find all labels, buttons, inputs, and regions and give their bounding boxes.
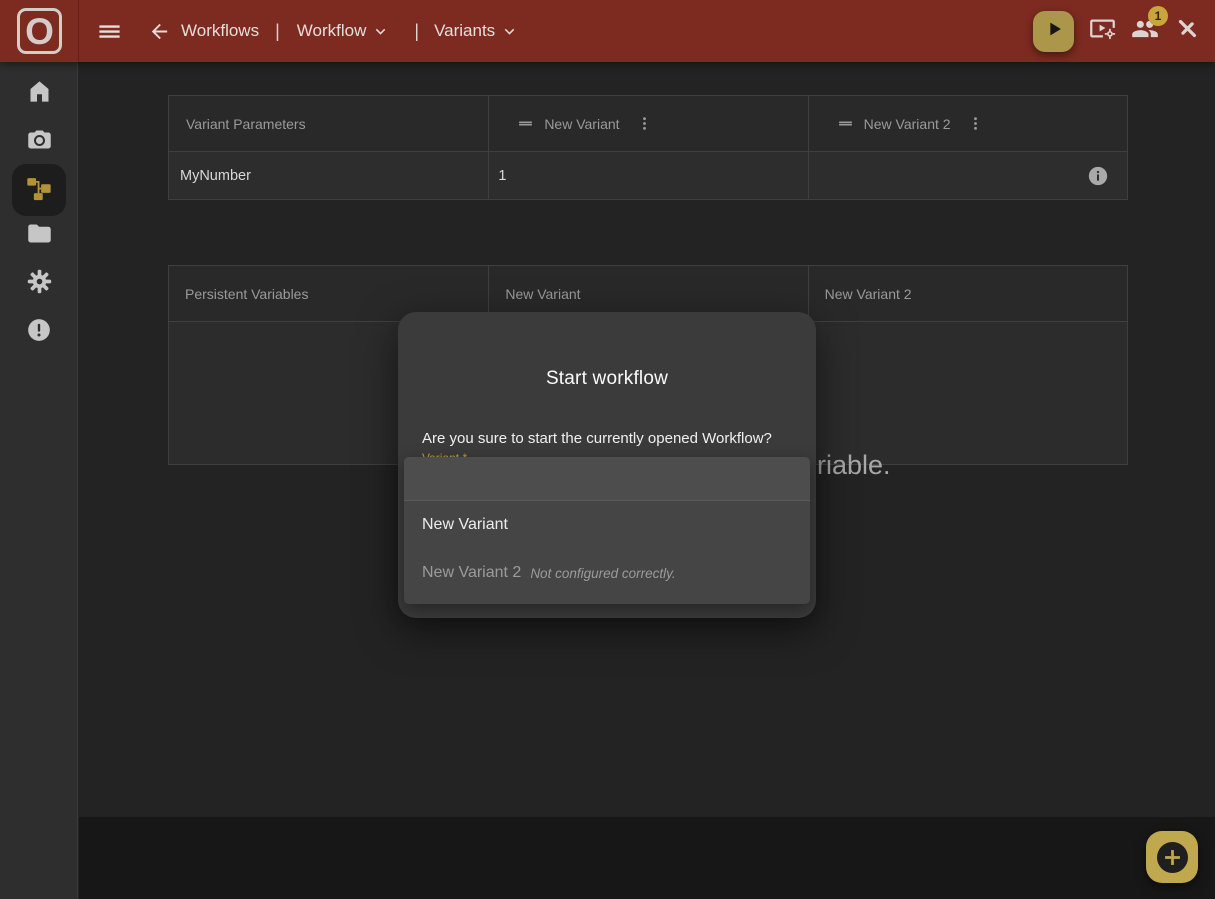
table-title: Variant Parameters [186, 116, 306, 132]
breadcrumb: Workflows | Workflow | Variants [96, 0, 519, 62]
bottom-panel [79, 817, 1215, 899]
breadcrumb-workflows[interactable]: Workflows [181, 21, 259, 41]
option-note: Not configured correctly. [530, 566, 675, 581]
menu-button[interactable] [96, 18, 123, 45]
option-new-variant[interactable]: New Variant [404, 501, 810, 549]
drag-handle-icon[interactable] [517, 115, 534, 132]
menu-icon [96, 18, 123, 45]
column-header-label: New Variant 2 [825, 286, 912, 302]
dialog-title: Start workflow [398, 368, 816, 390]
back-button[interactable] [148, 20, 171, 43]
crossed-tools-icon [1174, 15, 1201, 47]
sidebar-item-files[interactable] [12, 212, 66, 260]
parameter-value: 1 [498, 168, 506, 184]
folder-icon [26, 220, 53, 252]
clipped-message-fragment: riable. [817, 450, 891, 481]
option-label: New Variant [422, 516, 508, 534]
home-icon [26, 78, 53, 110]
video-settings-button[interactable] [1089, 15, 1116, 47]
column-header-new-variant: New Variant [488, 96, 807, 151]
app-screen: O Workflows | Workflow | Variants [0, 0, 1215, 899]
users-button[interactable]: 1 [1131, 15, 1159, 48]
variant-parameters-header-row: Variant Parameters New Variant New Varia… [169, 96, 1127, 151]
breadcrumb-separator: | [275, 21, 280, 42]
video-settings-icon [1089, 15, 1116, 47]
parameter-value-cell-new-variant-2[interactable] [808, 152, 1127, 199]
table-title-cell: Variant Parameters [169, 96, 488, 151]
option-label: New Variant 2 [422, 564, 521, 582]
drag-handle-icon[interactable] [837, 115, 854, 132]
option-new-variant-2: New Variant 2 Not configured correctly. [404, 549, 810, 597]
tools-button[interactable] [1174, 15, 1201, 47]
error-icon [26, 317, 52, 348]
start-workflow-button[interactable] [1033, 11, 1074, 52]
parameter-name: MyNumber [180, 168, 251, 184]
variant-select-value-area[interactable] [404, 457, 810, 501]
notification-badge: 1 [1148, 6, 1168, 26]
camera-icon [26, 126, 53, 158]
sidebar-item-errors[interactable] [12, 308, 66, 356]
variant-parameters-table: Variant Parameters New Variant New Varia… [168, 95, 1128, 200]
dialog-question: Are you sure to start the currently open… [422, 430, 798, 447]
column-header-label: New Variant 2 [864, 116, 951, 132]
sidebar-item-workflows[interactable] [12, 164, 66, 216]
workflow-tree-icon [25, 174, 53, 207]
sidebar [0, 62, 78, 899]
topbar-logo-divider [78, 0, 79, 62]
chevron-down-icon-2[interactable] [500, 22, 519, 41]
app-logo-letter: O [25, 13, 54, 50]
add-button[interactable] [1146, 831, 1198, 883]
sidebar-item-settings[interactable] [12, 260, 66, 308]
kebab-menu-icon[interactable] [967, 115, 984, 132]
start-workflow-dialog: Start workflow Are you sure to start the… [398, 312, 816, 618]
kebab-menu-icon[interactable] [636, 115, 653, 132]
plus-icon [1157, 842, 1188, 873]
info-icon[interactable] [1087, 165, 1109, 187]
breadcrumb-separator-2: | [414, 21, 419, 42]
column-header-label: New Variant [544, 116, 619, 132]
table-row: MyNumber 1 [169, 151, 1127, 199]
sidebar-item-camera[interactable] [12, 118, 66, 166]
parameter-value-cell-new-variant[interactable]: 1 [488, 152, 807, 199]
arrow-back-icon [148, 20, 171, 43]
breadcrumb-workflow[interactable]: Workflow [297, 21, 367, 41]
column-header-label: New Variant [505, 286, 580, 302]
parameter-name-cell: MyNumber [169, 152, 488, 199]
play-icon [1043, 18, 1065, 45]
variant-select-menu: New Variant New Variant 2 Not configured… [404, 457, 810, 604]
top-app-bar: O Workflows | Workflow | Variants [0, 0, 1215, 62]
table-title: Persistent Variables [185, 286, 308, 302]
gear-icon [26, 268, 53, 300]
column-header-new-variant-2: New Variant 2 [808, 96, 1127, 151]
app-logo: O [17, 8, 62, 54]
chevron-down-icon[interactable] [371, 22, 390, 41]
topbar-actions: 1 [1033, 0, 1201, 62]
breadcrumb-variants[interactable]: Variants [434, 21, 495, 41]
sidebar-item-home[interactable] [12, 70, 66, 118]
column-header-new-variant-2: New Variant 2 [808, 266, 1127, 321]
